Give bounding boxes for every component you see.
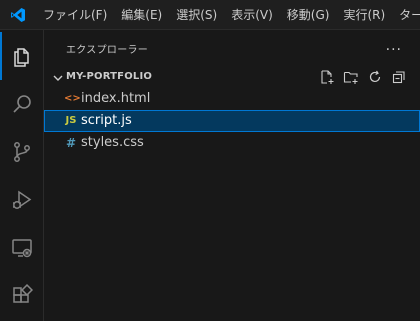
explorer-sidebar: エクスプローラー ... MY-PORTFOLIO <> index.html … bbox=[44, 30, 420, 321]
menu-bar: ファイル(F) 編集(E) 選択(S) 表示(V) 移動(G) 実行(R) ター… bbox=[36, 0, 420, 29]
explorer-icon[interactable] bbox=[0, 32, 44, 80]
remote-explorer-icon[interactable] bbox=[0, 224, 44, 272]
vscode-logo-icon bbox=[0, 0, 36, 29]
menu-go[interactable]: 移動(G) bbox=[280, 0, 337, 29]
menu-run[interactable]: 実行(R) bbox=[336, 0, 392, 29]
file-label: script.js bbox=[81, 113, 132, 128]
activity-bar bbox=[0, 30, 44, 321]
file-item-script-js[interactable]: JS script.js bbox=[44, 110, 420, 132]
folder-name: MY-PORTFOLIO bbox=[66, 71, 153, 82]
menu-terminal[interactable]: ターミ bbox=[392, 0, 420, 29]
search-icon[interactable] bbox=[0, 80, 44, 128]
html-file-icon: <> bbox=[64, 93, 81, 104]
extensions-icon[interactable] bbox=[0, 272, 44, 320]
file-item-index-html[interactable]: <> index.html bbox=[44, 88, 420, 110]
title-bar: ファイル(F) 編集(E) 選択(S) 表示(V) 移動(G) 実行(R) ター… bbox=[0, 0, 420, 30]
css-file-icon: # bbox=[65, 136, 77, 150]
menu-selection[interactable]: 選択(S) bbox=[169, 0, 224, 29]
sidebar-title: エクスプローラー bbox=[66, 44, 149, 56]
refresh-icon[interactable] bbox=[366, 68, 384, 86]
menu-edit[interactable]: 編集(E) bbox=[114, 0, 169, 29]
chevron-down-icon[interactable] bbox=[52, 70, 64, 89]
run-debug-icon[interactable] bbox=[0, 176, 44, 224]
collapse-all-icon[interactable] bbox=[390, 68, 408, 86]
source-control-icon[interactable] bbox=[0, 128, 44, 176]
more-actions-icon[interactable]: ... bbox=[386, 38, 402, 54]
folder-actions bbox=[318, 68, 408, 86]
folder-header[interactable]: MY-PORTFOLIO bbox=[44, 66, 420, 88]
new-folder-icon[interactable] bbox=[342, 68, 360, 86]
file-label: index.html bbox=[81, 91, 151, 106]
file-label: styles.css bbox=[81, 135, 144, 150]
sidebar-header: エクスプローラー ... bbox=[44, 30, 420, 66]
file-tree: <> index.html JS script.js # styles.css bbox=[44, 88, 420, 154]
file-item-styles-css[interactable]: # styles.css bbox=[44, 132, 420, 154]
menu-view[interactable]: 表示(V) bbox=[224, 0, 280, 29]
new-file-icon[interactable] bbox=[318, 68, 336, 86]
js-file-icon: JS bbox=[65, 115, 77, 126]
menu-file[interactable]: ファイル(F) bbox=[36, 0, 114, 29]
